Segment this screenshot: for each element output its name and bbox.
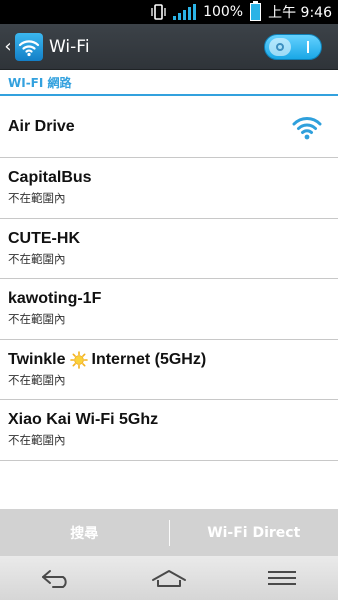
battery-icon — [250, 1, 262, 21]
status-bar: 100% 上午 9:46 — [0, 0, 338, 24]
bottom-button-bar: 搜尋 Wi-Fi Direct — [0, 509, 338, 556]
network-ssid: Xiao Kai Wi-Fi 5Ghz — [8, 411, 159, 429]
wifi-settings-icon[interactable] — [15, 32, 43, 61]
signal-strength-icon — [173, 4, 197, 20]
network-item-cute-hk[interactable]: CUTE-HK 不在範圍內 — [0, 219, 338, 279]
network-item-kawoting-1f[interactable]: kawoting-1F 不在範圍內 — [0, 279, 338, 340]
network-status: 不在範圍內 — [8, 251, 66, 266]
wifi-toggle[interactable] — [264, 33, 322, 60]
back-icon[interactable] — [26, 558, 86, 598]
clock: 上午 9:46 — [268, 5, 332, 21]
network-status: 不在範圍內 — [8, 191, 66, 206]
network-ssid: kawoting-1F — [8, 290, 102, 308]
network-ssid: CUTE-HK — [8, 229, 80, 247]
network-item-twinkle-internet[interactable]: Twinkle Internet (5GHz) 不在範圍內 — [0, 340, 338, 400]
home-icon[interactable] — [139, 558, 199, 598]
network-ssid: CapitalBus — [8, 169, 92, 187]
network-item-xiao-kai[interactable]: Xiao Kai Wi-Fi 5Ghz 不在範圍內 — [0, 400, 338, 461]
toggle-off-indicator — [269, 37, 291, 56]
wifi-signal-icon — [292, 115, 322, 141]
network-status: 不在範圍內 — [8, 372, 66, 387]
button-divider — [168, 519, 170, 546]
navigation-bar — [0, 556, 338, 600]
network-ssid: Twinkle Internet (5GHz) — [8, 351, 338, 369]
network-item-air-drive[interactable]: Air Drive — [0, 97, 338, 158]
network-status: 不在範圍內 — [8, 433, 66, 448]
page-title: Wi-Fi — [49, 36, 90, 57]
back-chevron-icon[interactable]: ‹ — [2, 36, 14, 57]
menu-icon[interactable] — [252, 558, 312, 598]
section-header: WI-FI 網路 — [0, 71, 338, 96]
battery-percent: 100% — [203, 4, 244, 20]
search-button[interactable]: 搜尋 — [0, 523, 169, 543]
sun-emoji-icon — [69, 350, 88, 369]
network-status: 不在範圍內 — [8, 312, 66, 327]
network-list: Air Drive CapitalBus 不在範圍內 CUTE-HK 不在範圍內… — [0, 97, 338, 461]
network-ssid: Air Drive — [8, 118, 75, 135]
action-bar: ‹ Wi-Fi — [0, 24, 338, 70]
wifi-direct-button[interactable]: Wi-Fi Direct — [170, 525, 338, 541]
ssid-part-2: Internet (5GHz) — [91, 350, 207, 368]
network-item-capitalbus[interactable]: CapitalBus 不在範圍內 — [0, 158, 338, 219]
ssid-part-1: Twinkle — [8, 350, 66, 368]
vibrate-icon — [149, 3, 167, 21]
toggle-on-indicator — [307, 40, 309, 53]
